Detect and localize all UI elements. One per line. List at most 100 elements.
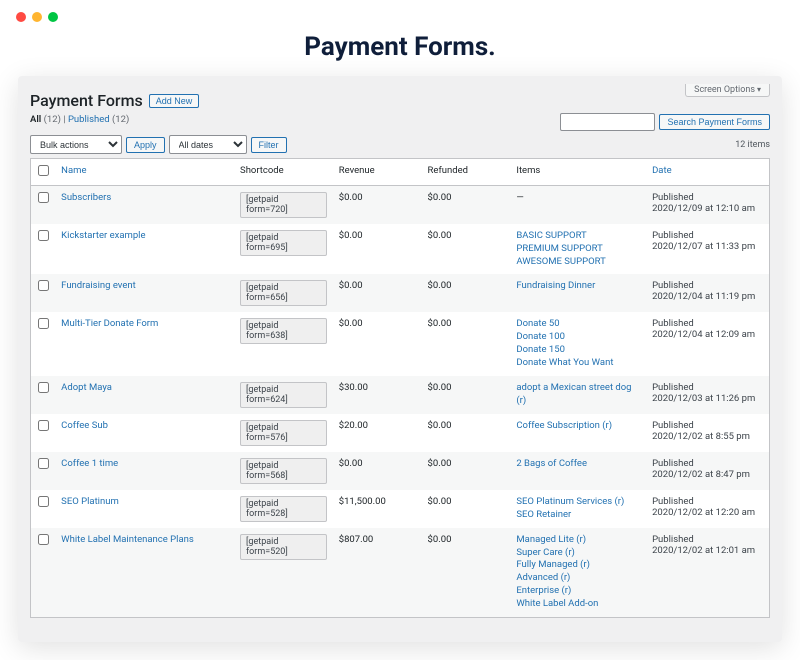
- table-row: SEO Platinum [getpaid form=528]$11,500.00…: [31, 490, 770, 528]
- search-input[interactable]: [560, 113, 655, 131]
- maximize-window-icon[interactable]: [48, 12, 58, 22]
- item-link[interactable]: BASIC SUPPORT: [516, 230, 640, 243]
- form-name-link[interactable]: White Label Maintenance Plans: [61, 534, 194, 545]
- filter-button[interactable]: Filter: [251, 137, 287, 153]
- add-new-button[interactable]: Add New: [149, 94, 200, 108]
- items-cell: adopt a Mexican street dog (r): [510, 376, 646, 414]
- item-link[interactable]: Donate 100: [516, 331, 640, 344]
- refunded-value: $0.00: [422, 274, 511, 312]
- items-cell: Donate 50Donate 100Donate 150Donate What…: [510, 312, 646, 375]
- shortcode-value[interactable]: [getpaid form=638]: [240, 318, 327, 344]
- item-link[interactable]: Advanced (r): [516, 572, 640, 585]
- col-name[interactable]: Name: [55, 159, 234, 186]
- date-cell: Published2020/12/02 at 8:47 pm: [646, 452, 769, 490]
- shortcode-value[interactable]: [getpaid form=576]: [240, 420, 327, 446]
- publish-status: Published: [652, 420, 763, 431]
- table-row: Coffee 1 time[getpaid form=568]$0.00$0.0…: [31, 452, 770, 490]
- item-link[interactable]: Coffee Subscription (r): [516, 420, 640, 433]
- date-cell: Published2020/12/02 at 12:01 am: [646, 528, 769, 617]
- publish-status: Published: [652, 230, 763, 241]
- refunded-value: $0.00: [422, 528, 511, 617]
- item-link[interactable]: SEO Retainer: [516, 509, 640, 522]
- publish-timestamp: 2020/12/03 at 11:26 pm: [652, 393, 763, 404]
- search-button[interactable]: Search Payment Forms: [659, 114, 770, 130]
- row-checkbox[interactable]: [38, 420, 49, 431]
- table-row: Adopt Maya[getpaid form=624]$30.00$0.00a…: [31, 376, 770, 414]
- publish-status: Published: [652, 192, 763, 203]
- form-name-link[interactable]: Coffee Sub: [61, 420, 108, 431]
- items-cell: Coffee Subscription (r): [510, 414, 646, 452]
- items-cell: —: [510, 186, 646, 225]
- item-link[interactable]: SEO Platinum Services (r): [516, 496, 640, 509]
- apply-button[interactable]: Apply: [126, 137, 165, 153]
- row-checkbox[interactable]: [38, 230, 49, 241]
- revenue-value: $0.00: [333, 452, 422, 490]
- table-row: Coffee Sub[getpaid form=576]$20.00$0.00C…: [31, 414, 770, 452]
- revenue-value: $11,500.00: [333, 490, 422, 528]
- screen-options-toggle[interactable]: Screen Options: [685, 84, 770, 97]
- form-name-link[interactable]: Multi-Tier Donate Form: [61, 318, 158, 329]
- form-name-link[interactable]: Kickstarter example: [61, 230, 145, 241]
- revenue-value: $0.00: [333, 186, 422, 225]
- shortcode-value[interactable]: [getpaid form=520]: [240, 534, 327, 560]
- item-link[interactable]: adopt a Mexican street dog (r): [516, 382, 640, 408]
- publish-timestamp: 2020/12/09 at 12:10 am: [652, 203, 763, 214]
- revenue-value: $807.00: [333, 528, 422, 617]
- row-checkbox[interactable]: [38, 192, 49, 203]
- row-checkbox[interactable]: [38, 496, 49, 507]
- item-link[interactable]: Enterprise (r): [516, 585, 640, 598]
- shortcode-value[interactable]: [getpaid form=528]: [240, 496, 327, 522]
- item-link[interactable]: Donate 150: [516, 344, 640, 357]
- date-cell: Published2020/12/04 at 12:09 am: [646, 312, 769, 375]
- row-checkbox[interactable]: [38, 458, 49, 469]
- publish-status: Published: [652, 318, 763, 329]
- row-checkbox[interactable]: [38, 382, 49, 393]
- col-refunded: Refunded: [422, 159, 511, 186]
- publish-timestamp: 2020/12/02 at 8:55 pm: [652, 431, 763, 442]
- item-link[interactable]: PREMIUM SUPPORT: [516, 243, 640, 256]
- date-filter-select[interactable]: All dates: [169, 135, 247, 154]
- shortcode-value[interactable]: [getpaid form=720]: [240, 192, 327, 218]
- hero-title: Payment Forms.: [0, 32, 800, 62]
- refunded-value: $0.00: [422, 224, 511, 274]
- shortcode-value[interactable]: [getpaid form=568]: [240, 458, 327, 484]
- items-cell: SEO Platinum Services (r)SEO Retainer: [510, 490, 646, 528]
- filter-all[interactable]: All: [30, 114, 41, 125]
- form-name-link[interactable]: Coffee 1 time: [61, 458, 118, 469]
- item-link[interactable]: Donate 50: [516, 318, 640, 331]
- shortcode-value[interactable]: [getpaid form=624]: [240, 382, 327, 408]
- filter-published[interactable]: Published: [68, 114, 110, 125]
- revenue-value: $20.00: [333, 414, 422, 452]
- item-link[interactable]: Super Care (r): [516, 547, 640, 560]
- form-name-link[interactable]: Subscribers: [61, 192, 111, 203]
- shortcode-value[interactable]: [getpaid form=695]: [240, 230, 327, 256]
- row-checkbox[interactable]: [38, 318, 49, 329]
- admin-panel: Screen Options Payment Forms Add New All…: [18, 76, 782, 642]
- form-name-link[interactable]: SEO Platinum: [61, 496, 119, 507]
- close-window-icon[interactable]: [16, 12, 26, 22]
- item-link[interactable]: White Label Add-on: [516, 598, 640, 611]
- item-link[interactable]: Managed Lite (r): [516, 534, 640, 547]
- form-name-link[interactable]: Fundraising event: [61, 280, 136, 291]
- row-checkbox[interactable]: [38, 534, 49, 545]
- select-all-checkbox[interactable]: [38, 165, 49, 176]
- publish-status: Published: [652, 496, 763, 507]
- item-link[interactable]: Donate What You Want: [516, 357, 640, 370]
- refunded-value: $0.00: [422, 452, 511, 490]
- revenue-value: $0.00: [333, 274, 422, 312]
- publish-timestamp: 2020/12/07 at 11:33 pm: [652, 241, 763, 252]
- revenue-value: $30.00: [333, 376, 422, 414]
- item-link[interactable]: 2 Bags of Coffee: [516, 458, 640, 471]
- shortcode-value[interactable]: [getpaid form=656]: [240, 280, 327, 306]
- items-cell: 2 Bags of Coffee: [510, 452, 646, 490]
- table-row: Subscribers[getpaid form=720]$0.00$0.00—…: [31, 186, 770, 225]
- bulk-actions-select[interactable]: Bulk actions: [30, 135, 122, 154]
- item-link[interactable]: AWESOME SUPPORT: [516, 256, 640, 269]
- col-date[interactable]: Date: [646, 159, 769, 186]
- form-name-link[interactable]: Adopt Maya: [61, 382, 112, 393]
- item-link[interactable]: Fundraising Dinner: [516, 280, 640, 293]
- item-link[interactable]: Fully Managed (r): [516, 559, 640, 572]
- row-checkbox[interactable]: [38, 280, 49, 291]
- date-cell: Published2020/12/02 at 8:55 pm: [646, 414, 769, 452]
- minimize-window-icon[interactable]: [32, 12, 42, 22]
